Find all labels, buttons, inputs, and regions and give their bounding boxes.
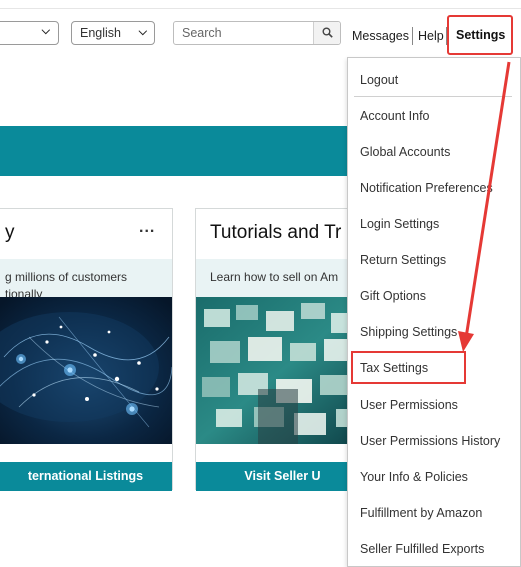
global-selling-card: y ... g millions of customers tionally t… [0,208,173,491]
international-listings-button[interactable]: ternational Listings [0,462,172,491]
tax-settings-highlight-box [351,351,466,384]
card-title: Tutorials and Tr [210,222,342,243]
top-bar: ⌵ English ⌵ Search Messages Help Setting… [0,0,521,60]
tutorials-card: Tutorials and Tr Learn how to sell on Am [195,208,370,491]
card-title: y [5,222,15,243]
menu-item-return-settings[interactable]: Return Settings [360,253,446,267]
menu-item-login-settings[interactable]: Login Settings [360,217,439,231]
menu-item-user-permissions-history[interactable]: User Permissions History [360,434,500,448]
chevron-down-icon: ⌵ [138,26,147,38]
search-button[interactable] [313,22,340,44]
tutorials-image [196,297,369,444]
card-more-options-icon[interactable]: ... [139,219,155,237]
settings-dropdown-menu: Logout Account Info Global Accounts Noti… [347,57,521,567]
top-divider [0,8,521,9]
visit-seller-university-button[interactable]: Visit Seller U [196,462,369,491]
menu-item-seller-fulfilled-exports[interactable]: Seller Fulfilled Exports [360,542,484,556]
marketplace-select[interactable]: ⌵ [0,21,59,45]
world-map-image [0,297,172,444]
search-input[interactable]: Search [173,21,341,45]
settings-highlight-box [447,15,513,55]
menu-item-account-info[interactable]: Account Info [360,109,430,123]
menu-item-logout[interactable]: Logout [360,73,398,87]
menu-item-global-accounts[interactable]: Global Accounts [360,145,450,159]
menu-item-shipping-settings[interactable]: Shipping Settings [360,325,457,339]
menu-item-user-permissions[interactable]: User Permissions [360,398,458,412]
menu-item-your-info-policies[interactable]: Your Info & Policies [360,470,468,484]
nav-separator [412,27,413,45]
help-link[interactable]: Help [418,29,444,43]
search-placeholder: Search [182,26,222,40]
language-select[interactable]: English ⌵ [71,21,155,45]
card-description: Learn how to sell on Am [210,270,339,284]
messages-link[interactable]: Messages [352,29,409,43]
language-select-value: English [80,26,121,40]
search-icon [322,27,333,38]
menu-item-fulfillment-by-amazon[interactable]: Fulfillment by Amazon [360,506,482,520]
chevron-down-icon: ⌵ [41,25,50,37]
menu-divider [354,96,512,97]
menu-item-notification-preferences[interactable]: Notification Preferences [360,181,493,195]
menu-item-gift-options[interactable]: Gift Options [360,289,426,303]
